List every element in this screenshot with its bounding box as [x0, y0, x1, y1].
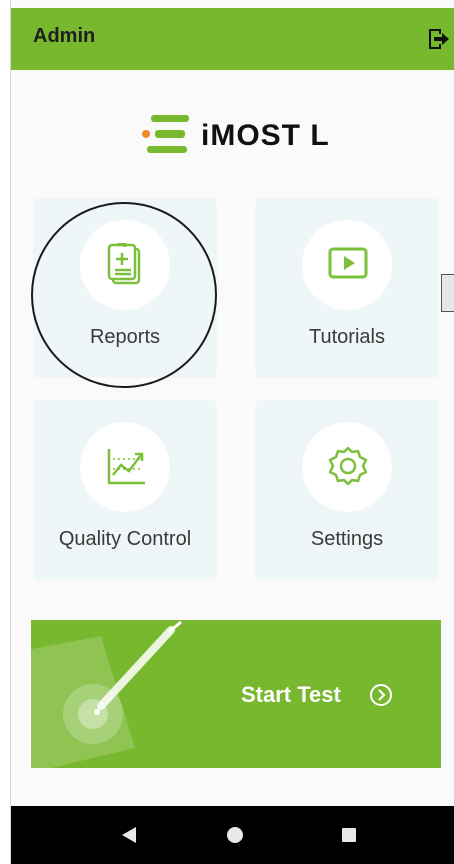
logout-icon[interactable] [425, 26, 451, 52]
trend-chart-icon [107, 449, 145, 485]
back-triangle-icon[interactable] [119, 825, 139, 845]
quality-control-label: Quality Control [58, 528, 192, 550]
reports-icon-circle [80, 220, 170, 310]
settings-label: Settings [310, 528, 384, 550]
play-video-icon [328, 247, 368, 279]
logo-mark-icon [142, 115, 189, 153]
report-clipboard-icon [107, 243, 141, 285]
reports-label: Reports [89, 326, 161, 348]
recents-square-icon[interactable] [339, 825, 359, 845]
home-circle-icon[interactable] [225, 825, 245, 845]
logo-text: iMOST L [201, 119, 330, 152]
quality-control-tile[interactable]: Quality Control [33, 400, 217, 580]
tutorials-icon-circle [302, 220, 392, 310]
quality-control-icon-circle [80, 422, 170, 512]
reports-tile[interactable]: Reports [33, 198, 217, 378]
start-test-button[interactable]: Start Test [31, 620, 441, 768]
page-title: Admin [33, 25, 96, 47]
pipette-sample-icon [31, 620, 182, 768]
side-drawer-handle[interactable] [441, 274, 454, 312]
tutorials-tile[interactable]: Tutorials [255, 198, 439, 378]
system-nav-bar [11, 806, 454, 864]
chevron-circle-right-icon [370, 684, 392, 706]
settings-tile[interactable]: Settings [255, 400, 439, 580]
top-bar: Admin [11, 8, 454, 70]
app-logo: iMOST L [141, 110, 351, 162]
tutorials-label: Tutorials [309, 326, 385, 348]
gear-icon [328, 446, 368, 486]
app-screen: Admin iMOST L Reports Tutorials Quality … [10, 0, 454, 864]
start-test-label: Start Test [241, 682, 341, 707]
settings-icon-circle [302, 422, 392, 512]
